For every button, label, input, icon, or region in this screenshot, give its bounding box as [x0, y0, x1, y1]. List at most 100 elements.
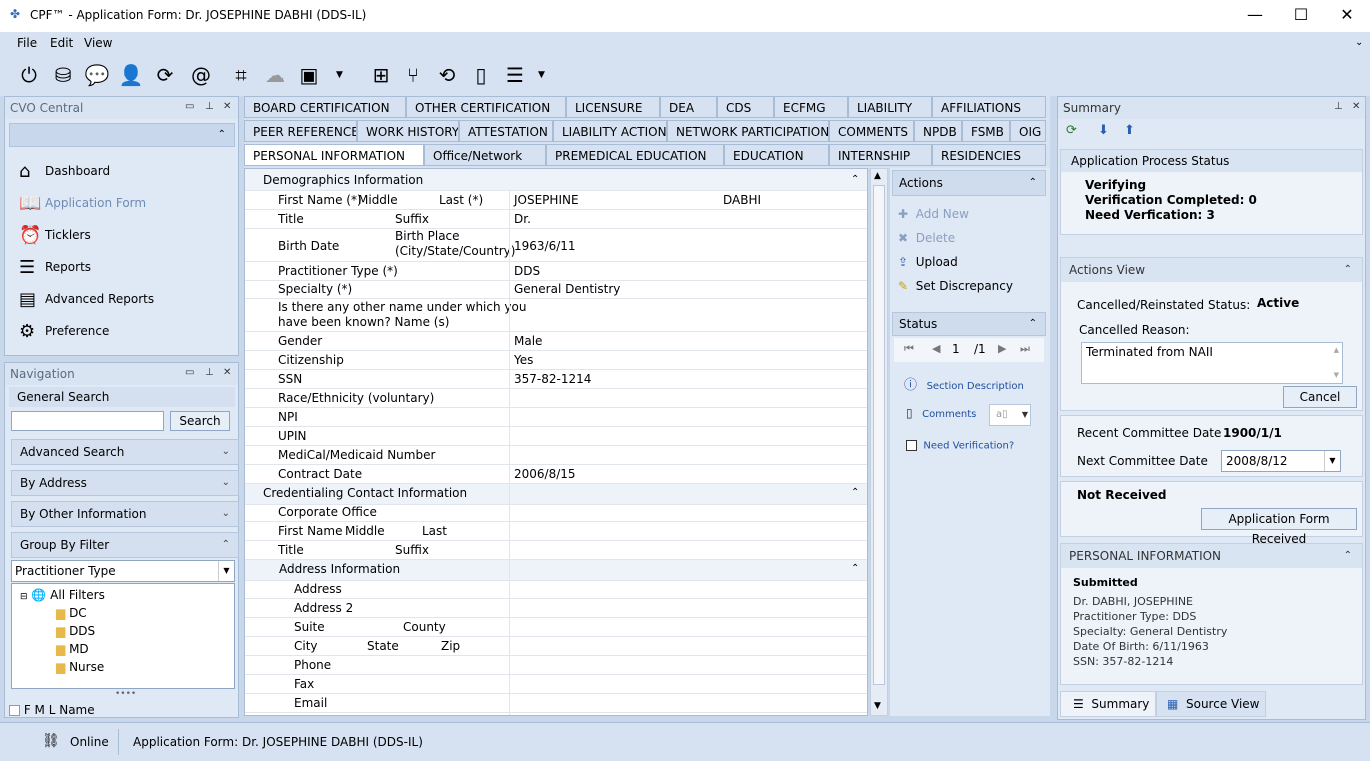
collapse-icon[interactable]: ⌃	[851, 560, 859, 578]
tab-licensure[interactable]: LICENSURE	[566, 96, 660, 118]
next-page-icon[interactable]: ▶	[998, 338, 1006, 360]
nav-dashboard[interactable]: ⌂ Dashboard	[19, 157, 110, 185]
tab-liability[interactable]: LIABILITY	[848, 96, 932, 118]
demographics-header[interactable]: Demographics Information ⌃	[245, 169, 867, 191]
prev-page-icon[interactable]: ◀	[932, 338, 940, 360]
delete-button[interactable]: ✖ Delete	[898, 227, 955, 249]
move-up-icon[interactable]: ⬆	[1124, 123, 1135, 138]
actions-view-header[interactable]: Actions View ⌃	[1061, 258, 1362, 282]
checkbox-icon[interactable]	[906, 440, 917, 451]
need-verification-checkbox[interactable]: Need Verification?	[906, 440, 1014, 452]
splitter-grip[interactable]: ••••	[115, 689, 136, 699]
list-icon[interactable]: ☰	[500, 60, 530, 90]
pin-icon[interactable]: ⊥	[205, 101, 214, 112]
tab-oig[interactable]: OIG	[1010, 120, 1046, 142]
last-page-icon[interactable]: ⏭	[1020, 338, 1030, 360]
next-committee-date-picker[interactable]: 2008/8/12 ▼	[1221, 450, 1341, 472]
close-panel-icon[interactable]: ✕	[223, 101, 231, 112]
tab-source-view[interactable]: ▦ Source View	[1156, 691, 1266, 717]
collapse-icon[interactable]: ⌃	[851, 169, 859, 191]
tab-liability-action[interactable]: LIABILITY ACTION	[553, 120, 667, 142]
advanced-search-section[interactable]: Advanced Search ⌄	[11, 439, 239, 465]
close-panel-icon[interactable]: ✕	[1352, 101, 1360, 112]
gender-value[interactable]: Male	[514, 332, 542, 350]
tab-other-certification[interactable]: OTHER CERTIFICATION	[406, 96, 566, 118]
tree-item[interactable]: ▆ Nurse	[56, 660, 104, 674]
search-input[interactable]	[11, 411, 164, 431]
nav-ticklers[interactable]: ⏰ Ticklers	[19, 221, 91, 249]
tab-internship[interactable]: INTERNSHIP	[829, 144, 932, 166]
contract-date-value[interactable]: 2006/8/15	[514, 465, 576, 483]
set-discrepancy-button[interactable]: ✎ Set Discrepancy	[898, 275, 1013, 297]
personal-info-header[interactable]: PERSONAL INFORMATION ⌃	[1061, 544, 1362, 568]
page-number[interactable]: 1	[952, 338, 960, 360]
nav-application-form[interactable]: 📖 Application Form	[19, 189, 146, 217]
workflow-icon[interactable]: ⑂	[398, 60, 428, 90]
tab-ecfmg[interactable]: ECFMG	[774, 96, 848, 118]
first-page-icon[interactable]: ⏮	[904, 338, 914, 360]
by-other-info-section[interactable]: By Other Information ⌄	[11, 501, 239, 527]
tab-fsmb[interactable]: FSMB	[962, 120, 1010, 142]
first-name-value[interactable]: JOSEPHINE	[514, 191, 579, 209]
cvo-search-bar[interactable]: ⌃	[9, 123, 235, 147]
tab-education[interactable]: EDUCATION	[724, 144, 829, 166]
scroll-down-icon[interactable]: ▼	[1334, 371, 1339, 379]
close-button[interactable]: ✕	[1324, 0, 1370, 32]
tab-board-certification[interactable]: BOARD CERTIFICATION	[244, 96, 406, 118]
email-settings-icon[interactable]: @	[186, 60, 216, 90]
by-address-section[interactable]: By Address ⌄	[11, 470, 239, 496]
add-new-button[interactable]: ✚ Add New	[898, 203, 969, 225]
tree-item[interactable]: ▆ MD	[56, 642, 89, 656]
tab-cds[interactable]: CDS	[717, 96, 774, 118]
actions-header[interactable]: Actions ⌃	[892, 170, 1046, 196]
title-value[interactable]: Dr.	[514, 210, 531, 228]
tab-premedical-education[interactable]: PREMEDICAL EDUCATION	[546, 144, 724, 166]
dropdown-arrow-icon[interactable]: ▼	[218, 561, 234, 581]
move-down-icon[interactable]: ⬇	[1098, 123, 1109, 138]
scroll-up-icon[interactable]: ▲	[1334, 346, 1339, 354]
tree-item[interactable]: ▆ DDS	[56, 624, 95, 638]
upload-button[interactable]: ⇪ Upload	[898, 251, 958, 273]
group-by-filter-section[interactable]: Group By Filter ⌃	[11, 532, 239, 558]
credentialing-header[interactable]: Credentialing Contact Information ⌃	[245, 484, 867, 505]
cancelled-reason-textarea[interactable]: Terminated from NAII ▲ ▼	[1081, 342, 1343, 384]
nav-advanced-reports[interactable]: ▤ Advanced Reports	[19, 285, 154, 313]
birth-date-value[interactable]: 1963/6/11	[514, 237, 576, 255]
citizenship-value[interactable]: Yes	[514, 351, 533, 369]
layout-icon[interactable]: ▣	[294, 60, 324, 90]
tab-office-network[interactable]: Office/Network	[424, 144, 546, 166]
tab-personal-information[interactable]: PERSONAL INFORMATION	[244, 144, 424, 166]
comments-link[interactable]: ▯ Comments	[906, 406, 976, 420]
calendar-dropdown-icon[interactable]: ▼	[1324, 451, 1340, 471]
menu-view[interactable]: View	[84, 36, 112, 50]
status-header[interactable]: Status ⌃	[892, 312, 1046, 336]
collapse-icon[interactable]: ⌃	[851, 484, 859, 502]
pin-icon[interactable]: ⊥	[1334, 101, 1343, 112]
document-icon[interactable]: ▯	[466, 60, 496, 90]
grid-icon[interactable]: ⊞	[366, 60, 396, 90]
tab-affiliations[interactable]: AFFILIATIONS	[932, 96, 1046, 118]
toolbar-overflow-icon[interactable]: ▼	[538, 70, 545, 80]
message-icon[interactable]: 💬	[82, 60, 112, 90]
layout-dropdown-icon[interactable]: ▼	[336, 70, 343, 80]
minimize-panel-icon[interactable]: ▭	[185, 367, 194, 378]
checkbox-icon[interactable]	[9, 705, 20, 716]
application-form-received-button[interactable]: Application Form Received	[1201, 508, 1357, 546]
menu-edit[interactable]: Edit	[50, 36, 73, 50]
history-icon[interactable]: ⟲	[432, 60, 462, 90]
tab-summary[interactable]: ☰ Summary	[1060, 691, 1156, 717]
comments-dropdown[interactable]: a▯ ▼	[989, 404, 1031, 426]
tab-comments[interactable]: COMMENTS	[829, 120, 914, 142]
tab-dea[interactable]: DEA	[660, 96, 717, 118]
database-icon[interactable]: ⛁	[48, 60, 78, 90]
add-user-icon[interactable]: 👤	[116, 60, 146, 90]
tab-npdb[interactable]: NPDB	[914, 120, 962, 142]
tab-attestation[interactable]: ATTESTATION	[459, 120, 553, 142]
filter-select[interactable]: Practitioner Type ▼	[11, 560, 235, 582]
form-scrollbar[interactable]: ▲ ▼	[870, 168, 888, 716]
dropdown-arrow-icon[interactable]: ▼	[1022, 405, 1028, 425]
cancel-button[interactable]: Cancel	[1283, 386, 1357, 408]
tree-root[interactable]: ⊟ 🌐 All Filters	[20, 588, 105, 602]
menu-file[interactable]: File	[17, 36, 37, 50]
tab-residencies[interactable]: RESIDENCIES	[932, 144, 1046, 166]
